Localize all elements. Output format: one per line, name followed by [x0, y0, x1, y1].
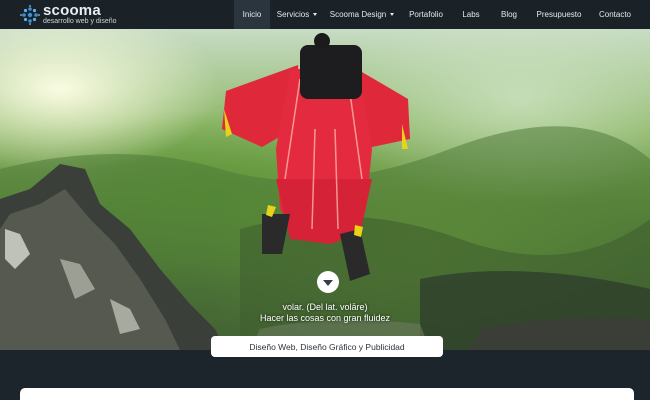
nav-item-portafolio[interactable]: Portafolio	[400, 0, 452, 29]
brand-name: scooma	[43, 2, 101, 19]
brand-tagline: desarrollo web y diseño	[43, 18, 117, 25]
nav-item-servicios[interactable]: Servicios	[270, 0, 324, 29]
nav-label: Inicio	[242, 10, 262, 19]
brand-logo[interactable]: scooma desarrollo web y diseño	[20, 2, 117, 26]
nav-item-contacto[interactable]: Contacto	[590, 0, 640, 29]
nav-label: Blog	[500, 10, 517, 19]
nav-label: Labs	[462, 10, 480, 19]
caret-down-icon	[313, 13, 318, 16]
hero-quote-meaning: Hacer las cosas con gran fluidez	[259, 313, 391, 323]
services-tagline: Diseño Web, Diseño Gráfico y Publicidad	[211, 336, 443, 357]
nav-item-blog[interactable]: Blog	[490, 0, 528, 29]
nav-item-scooma-design[interactable]: Scooma Design	[324, 0, 400, 29]
nav-item-presupuesto[interactable]: Presupuesto	[528, 0, 590, 29]
nav-label: Presupuesto	[536, 10, 582, 19]
page: scooma desarrollo web y diseño Inicio Se…	[0, 0, 650, 400]
nav-label: Portafolio	[409, 10, 443, 19]
nav-label: Scooma Design	[329, 10, 387, 19]
nav-item-inicio[interactable]: Inicio	[234, 0, 270, 29]
nav-label: Servicios	[276, 10, 310, 19]
logo-icon	[20, 5, 40, 25]
content-card	[20, 388, 634, 400]
top-navbar: scooma desarrollo web y diseño Inicio Se…	[0, 0, 650, 29]
hero-banner: volar. (Del lat. volāre) Hacer las cosas…	[0, 29, 650, 350]
chevron-down-icon	[323, 280, 333, 286]
main-nav: Inicio Servicios Scooma Design Portafoli…	[234, 0, 640, 29]
nav-item-labs[interactable]: Labs	[452, 0, 490, 29]
nav-label: Contacto	[598, 10, 632, 19]
hero-quote-definition: volar. (Del lat. volāre)	[282, 302, 368, 312]
caret-down-icon	[390, 13, 395, 16]
scroll-down-button[interactable]	[317, 271, 339, 293]
